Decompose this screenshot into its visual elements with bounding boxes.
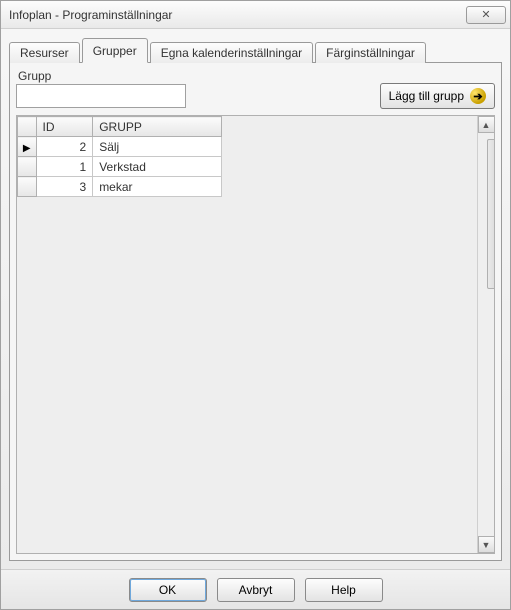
tabstrip: Resurser Grupper Egna kalenderinställnin… [1,29,510,62]
table-row[interactable]: 3 mekar [18,177,222,197]
groups-grid: ID GRUPP ▶ 2 Sälj 1 Verksta [16,115,495,554]
col-header-id[interactable]: ID [36,117,93,137]
scroll-down-button[interactable]: ▼ [478,536,495,553]
row-marker-icon: ▶ [23,143,31,154]
tab-resurser[interactable]: Resurser [9,42,80,63]
table-row[interactable]: ▶ 2 Sälj [18,137,222,157]
scroll-thumb[interactable] [487,139,495,289]
row-header-blank [18,117,37,137]
arrow-right-icon: ➔ [470,88,486,104]
cell-grupp[interactable]: Sälj [93,137,222,157]
tab-farginstallningar[interactable]: Färginställningar [315,42,426,63]
grupp-input[interactable] [16,84,186,108]
cell-id[interactable]: 3 [36,177,93,197]
cell-grupp[interactable]: Verkstad [93,157,222,177]
groups-table[interactable]: ID GRUPP ▶ 2 Sälj 1 Verksta [17,116,222,197]
grupp-field-label: Grupp [18,69,186,83]
titlebar: Infoplan - Programinställningar ✕ [1,1,510,29]
dialog-footer: OK Avbryt Help [1,569,510,609]
cell-id[interactable]: 2 [36,137,93,157]
dialog-window: Infoplan - Programinställningar ✕ Resurs… [0,0,511,610]
table-row[interactable]: 1 Verkstad [18,157,222,177]
add-group-button[interactable]: Lägg till grupp ➔ [380,83,495,109]
tab-egna-kalender[interactable]: Egna kalenderinställningar [150,42,313,63]
close-button[interactable]: ✕ [466,6,506,24]
col-header-grupp[interactable]: GRUPP [93,117,222,137]
scroll-up-button[interactable]: ▲ [478,116,495,133]
help-button[interactable]: Help [305,578,383,602]
tab-panel-grupper: Grupp Lägg till grupp ➔ ID GRUPP [9,62,502,561]
cancel-button[interactable]: Avbryt [217,578,295,602]
tab-grupper[interactable]: Grupper [82,38,148,63]
ok-button[interactable]: OK [129,578,207,602]
cell-id[interactable]: 1 [36,157,93,177]
cell-grupp[interactable]: mekar [93,177,222,197]
add-group-button-label: Lägg till grupp [389,89,464,103]
close-icon: ✕ [481,8,490,21]
vertical-scrollbar[interactable]: ▲ ▼ [477,116,494,553]
window-title: Infoplan - Programinställningar [9,8,466,22]
